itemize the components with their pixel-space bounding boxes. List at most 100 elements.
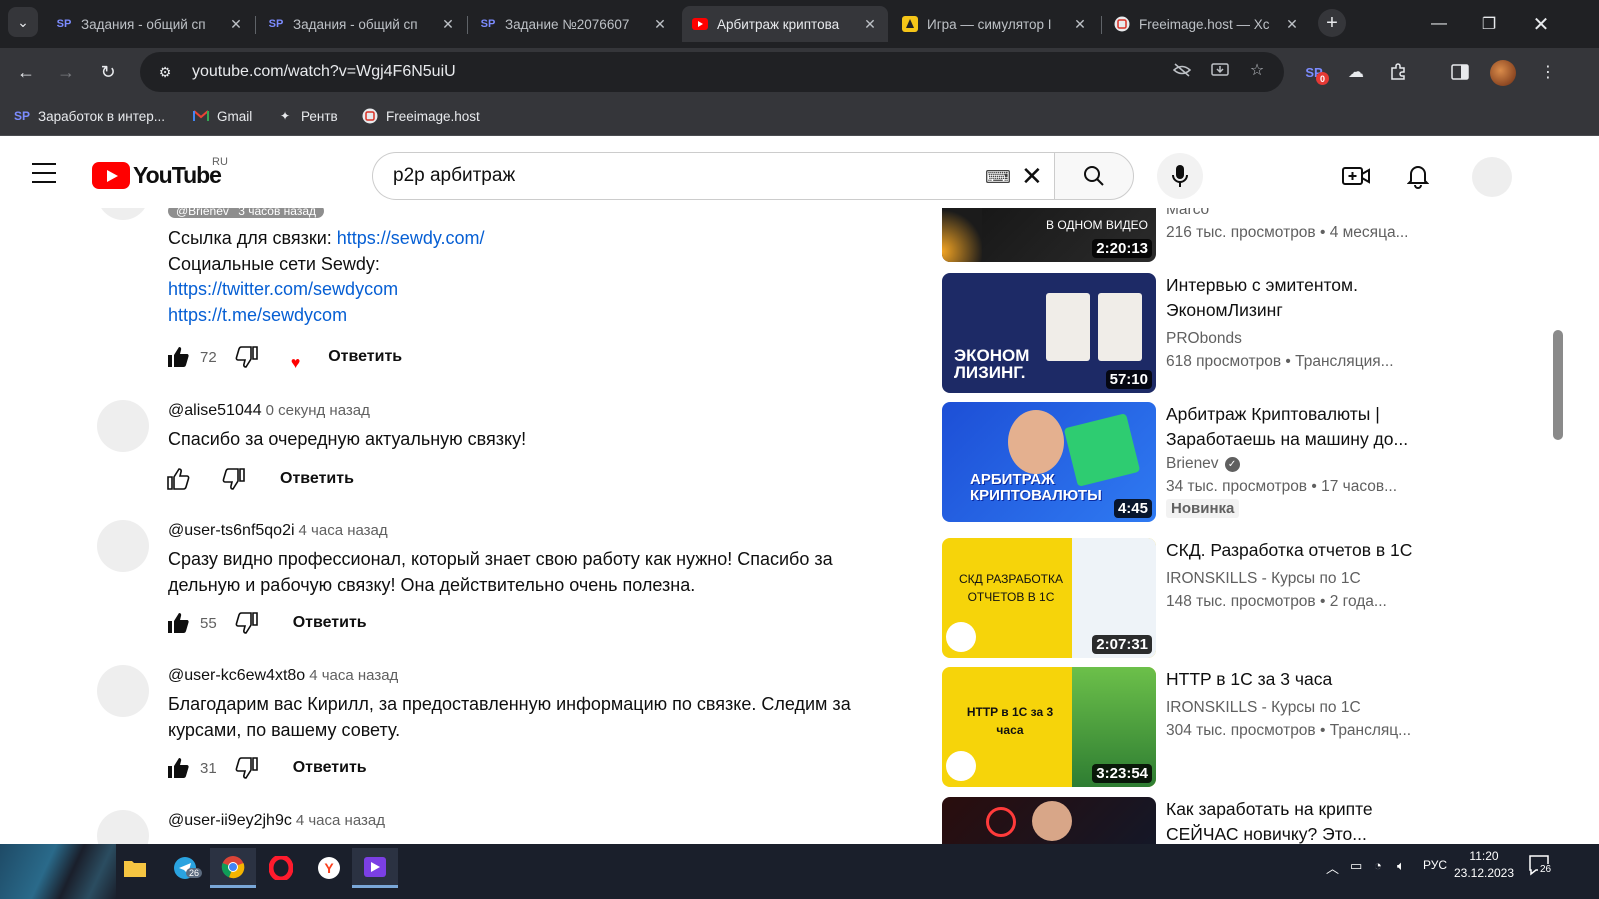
start-area[interactable] xyxy=(0,844,116,899)
tab-2[interactable]: SP Задания - общий сп ✕ xyxy=(258,6,466,42)
tab-search-icon[interactable]: ⌄ xyxy=(8,7,38,37)
bookmark-freeimage[interactable]: Freeimage.host xyxy=(362,106,480,126)
address-url[interactable]: youtube.com/watch?v=Wgj4F6N5uiU xyxy=(192,63,456,81)
comment-time[interactable]: 4 часа назад xyxy=(299,522,388,539)
tab-active-youtube[interactable]: Арбитраж криптова ✕ xyxy=(682,6,888,42)
notifications-icon[interactable]: 26 xyxy=(1528,854,1554,879)
tab-6[interactable]: Freeimage.host — Xc ✕ xyxy=(1104,6,1310,42)
chrome-icon[interactable] xyxy=(210,848,256,888)
video-thumbnail[interactable]: АРБИТРАЖ КРИПТОВАЛЮТЫ 4:45 xyxy=(942,402,1156,522)
minimize-window-icon[interactable]: — xyxy=(1424,10,1454,38)
tab-3[interactable]: SP Задание №2076607 ✕ xyxy=(470,6,678,42)
related-video[interactable]: В ОДНОМ ВИДЕО 2:20:13 Marco 216 тыс. про… xyxy=(942,208,1432,264)
like-icon[interactable] xyxy=(164,465,192,493)
video-thumbnail[interactable]: HTTP в 1С за 3 часа 3:23:54 xyxy=(942,667,1156,787)
bookmark-star-icon[interactable]: ☆ xyxy=(1245,58,1269,82)
video-title[interactable]: Интервью с эмитентом. ЭкономЛизинг xyxy=(1166,273,1428,323)
sp-extension-icon[interactable]: SP 0 xyxy=(1302,60,1329,85)
comment-avatar[interactable] xyxy=(97,665,149,717)
notifications-bell-icon[interactable] xyxy=(1402,160,1434,192)
wifi-icon[interactable]: ◔ xyxy=(1374,858,1382,873)
close-window-icon[interactable]: ✕ xyxy=(1526,10,1556,38)
video-channel[interactable]: IRONSKILLS - Курсы по 1С xyxy=(1166,699,1361,717)
dislike-icon[interactable] xyxy=(233,754,261,782)
video-channel[interactable]: PRObonds xyxy=(1166,330,1242,348)
dislike-icon[interactable] xyxy=(220,465,248,493)
bookmark-gmail[interactable]: Gmail xyxy=(193,106,252,126)
like-filled-icon[interactable] xyxy=(164,343,192,371)
side-panel-icon[interactable] xyxy=(1448,60,1472,84)
close-tab-icon[interactable]: ✕ xyxy=(228,16,244,33)
reply-button[interactable]: Ответить xyxy=(293,614,367,632)
video-thumbnail[interactable]: ЭКОНОМ ЛИЗИНГ. 57:10 xyxy=(942,273,1156,393)
comment-author[interactable]: @alise51044 xyxy=(168,402,262,419)
comment-time[interactable]: 4 часа назад xyxy=(309,667,398,684)
comment-link[interactable]: https://sewdy.com/ xyxy=(337,228,485,248)
input-language[interactable]: РУС xyxy=(1423,858,1447,872)
close-tab-icon[interactable]: ✕ xyxy=(862,16,878,33)
comment-author[interactable]: @user-ii9ey2jh9c xyxy=(168,812,292,829)
video-title[interactable]: Как заработать на крипте СЕЙЧАС новичку?… xyxy=(1166,797,1428,844)
file-explorer-icon[interactable] xyxy=(112,848,158,888)
related-video[interactable]: ЭКОНОМ ЛИЗИНГ. 57:10 Интервью с эмитенто… xyxy=(942,273,1432,395)
browser-menu-icon[interactable]: ⋮ xyxy=(1536,60,1560,84)
new-tab-plus-icon[interactable]: + xyxy=(1318,9,1346,37)
voice-search-button[interactable] xyxy=(1157,153,1203,199)
reply-button[interactable]: Ответить xyxy=(293,759,367,777)
address-bar[interactable]: ⚙ youtube.com/watch?v=Wgj4F6N5uiU xyxy=(140,52,1284,92)
opera-icon[interactable] xyxy=(258,848,304,888)
hamburger-menu-icon[interactable] xyxy=(32,163,58,183)
comment-time[interactable]: 4 часа назад xyxy=(296,812,385,829)
tab-5[interactable]: Игра — симулятор I ✕ xyxy=(892,6,1098,42)
telegram-icon[interactable]: 26 xyxy=(162,848,208,888)
search-query[interactable]: p2p арбитраж xyxy=(393,165,515,187)
close-tab-icon[interactable]: ✕ xyxy=(652,16,668,33)
reply-button[interactable]: Ответить xyxy=(280,470,354,488)
install-app-icon[interactable] xyxy=(1208,58,1232,82)
related-video[interactable]: Как заработать на крипте СЕЙЧАС новичку?… xyxy=(942,797,1432,844)
youtube-logo[interactable]: YouTube RU xyxy=(92,156,228,189)
like-filled-icon[interactable] xyxy=(164,754,192,782)
video-title[interactable]: СКД. Разработка отчетов в 1С xyxy=(1166,538,1428,563)
channel-name[interactable]: Brienev xyxy=(1166,455,1219,472)
close-tab-icon[interactable]: ✕ xyxy=(1072,16,1088,33)
battery-icon[interactable]: ▭ xyxy=(1350,858,1362,874)
volume-icon[interactable]: 🔈︎ xyxy=(1397,858,1405,874)
related-video[interactable]: HTTP в 1С за 3 часа 3:23:54 HTTP в 1С за… xyxy=(942,667,1432,789)
page-scrollbar[interactable] xyxy=(1553,330,1563,440)
yandex-browser-icon[interactable]: Y xyxy=(306,848,352,888)
video-title[interactable]: HTTP в 1С за 3 часа xyxy=(1166,667,1428,692)
comment-time[interactable]: 0 секунд назад xyxy=(266,402,370,419)
eye-off-icon[interactable] xyxy=(1170,58,1194,82)
extensions-puzzle-icon[interactable] xyxy=(1386,60,1410,84)
video-thumbnail[interactable]: В ОДНОМ ВИДЕО 2:20:13 xyxy=(942,208,1156,262)
tray-chevron-up-icon[interactable]: ︿ xyxy=(1326,858,1339,877)
comment-link[interactable]: https://t.me/sewdycom xyxy=(168,305,347,325)
video-thumbnail[interactable]: СКД РАЗРАБОТКА ОТЧЕТОВ В 1С 2:07:31 xyxy=(942,538,1156,658)
comment-author[interactable]: @user-kc6ew4xt8o xyxy=(168,667,305,684)
account-avatar[interactable] xyxy=(1472,157,1512,197)
comment-avatar[interactable] xyxy=(97,400,149,452)
like-filled-icon[interactable] xyxy=(164,609,192,637)
comment-avatar[interactable] xyxy=(97,208,149,220)
related-video[interactable]: СКД РАЗРАБОТКА ОТЧЕТОВ В 1С 2:07:31 СКД.… xyxy=(942,538,1432,660)
comment-author[interactable]: @Brienev xyxy=(176,208,229,218)
restore-window-icon[interactable]: ❐ xyxy=(1474,10,1504,38)
close-tab-icon[interactable]: ✕ xyxy=(1284,16,1300,33)
video-channel[interactable]: IRONSKILLS - Курсы по 1С xyxy=(1166,570,1361,588)
clear-search-icon[interactable]: ✕ xyxy=(1021,161,1043,192)
search-button[interactable] xyxy=(1054,152,1134,200)
video-channel[interactable]: Brienev ✓ xyxy=(1166,455,1240,473)
search-input[interactable]: p2p арбитраж ⌨ ✕ xyxy=(372,152,1054,200)
media-app-icon[interactable] xyxy=(352,848,398,888)
cloud-extension-icon[interactable]: ☁ xyxy=(1344,60,1368,84)
close-tab-icon[interactable]: ✕ xyxy=(440,16,456,33)
video-channel[interactable]: Marco xyxy=(1166,208,1209,219)
site-settings-icon[interactable]: ⚙ xyxy=(150,64,180,81)
reply-button[interactable]: Ответить xyxy=(328,348,402,366)
keyboard-icon[interactable]: ⌨ xyxy=(985,167,1011,188)
back-arrow-icon[interactable]: ← xyxy=(12,58,40,86)
tab-1[interactable]: SP Задания - общий сп ✕ xyxy=(46,6,254,42)
comment-author[interactable]: @user-ts6nf5qo2i xyxy=(168,522,295,539)
dislike-icon[interactable] xyxy=(233,609,261,637)
